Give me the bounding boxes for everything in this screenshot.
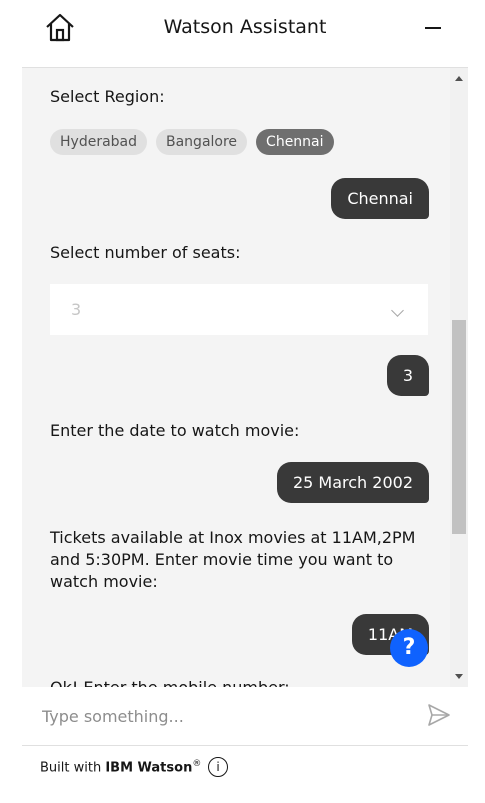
send-icon (428, 704, 450, 726)
minimize-button[interactable] (422, 12, 448, 42)
scroll-up-arrow-icon[interactable] (455, 76, 463, 81)
message-input-area (22, 687, 468, 746)
registered-mark: ® (192, 759, 202, 769)
seats-dropdown[interactable]: 3 (50, 284, 428, 335)
info-icon[interactable]: i (208, 757, 228, 777)
built-with-text: Built with IBM Watson® (40, 759, 201, 775)
option-hyderabad[interactable]: Hyderabad (50, 129, 147, 155)
footer: Built with IBM Watson® i (22, 746, 468, 786)
seats-prompt: Select number of seats: (50, 243, 241, 262)
assistant-title: Watson Assistant (163, 16, 327, 38)
scrollbar-thumb[interactable] (452, 320, 466, 534)
chevron-down-icon (391, 304, 404, 317)
built-with-prefix: Built with (40, 760, 106, 776)
option-bangalore[interactable]: Bangalore (156, 129, 248, 155)
user-message-region: Chennai (331, 178, 429, 219)
scroll-down-arrow-icon[interactable] (455, 674, 463, 679)
option-chennai[interactable]: Chennai (256, 129, 334, 155)
user-message-seats: 3 (386, 355, 429, 396)
message-input[interactable] (40, 703, 404, 729)
mobile-prompt: Ok! Enter the mobile number: (50, 677, 290, 687)
assistant-header: Watson Assistant (22, 0, 468, 68)
send-button[interactable] (426, 702, 456, 732)
user-message-date: 25 March 2002 (276, 462, 429, 503)
ibm-watson-brand: IBM Watson (105, 760, 193, 776)
minimize-icon (425, 27, 441, 29)
seats-dropdown-value: 3 (71, 300, 82, 319)
help-button[interactable]: ? (390, 629, 428, 667)
date-prompt: Enter the date to watch movie: (50, 421, 300, 440)
message-scrollbar[interactable] (450, 68, 468, 687)
region-prompt: Select Region: (50, 87, 165, 106)
tickets-prompt: Tickets available at Inox movies at 11AM… (50, 528, 416, 591)
message-list: Select Region: Hyderabad Bangalore Chenn… (22, 68, 450, 687)
region-options: Hyderabad Bangalore Chennai (50, 129, 334, 155)
